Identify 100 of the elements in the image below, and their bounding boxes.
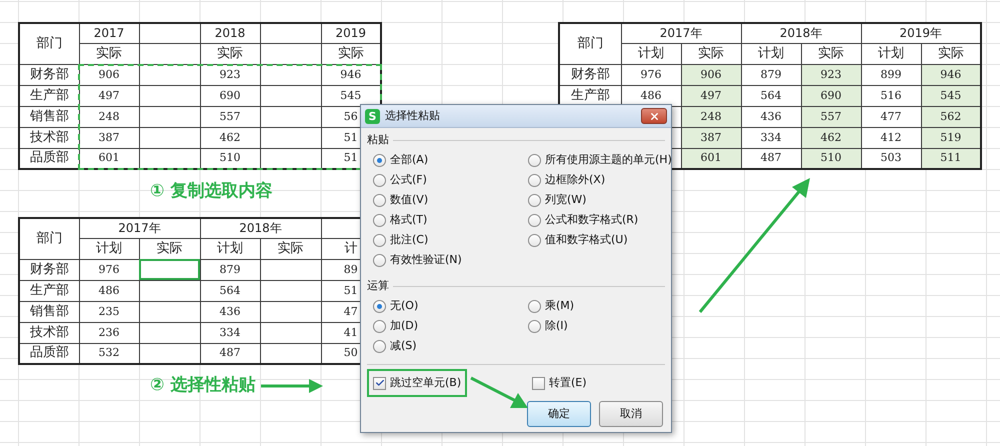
table-cell: 412 (861, 127, 921, 148)
dialog-button[interactable]: 确定 (527, 401, 591, 427)
column-header: 2018年 (741, 23, 861, 43)
table-cell: 497 (681, 85, 741, 106)
table-cell: 923 (200, 64, 260, 85)
table-cell: 334 (741, 127, 801, 148)
checkbox[interactable] (532, 376, 545, 390)
radio-button[interactable] (373, 234, 386, 246)
radio-button[interactable] (528, 300, 541, 312)
table-cell: 923 (801, 64, 861, 85)
radio-button[interactable] (373, 300, 386, 312)
column-header: 2018 (200, 23, 260, 43)
radio-button[interactable] (373, 214, 386, 226)
table-cell: 946 (921, 64, 981, 85)
table-cell: 564 (741, 85, 801, 106)
radio-option[interactable]: 边框除外(X) (528, 170, 672, 190)
column-header: 部门 (19, 218, 79, 259)
window-title: 选择性粘贴 (385, 108, 440, 124)
column-header: 部门 (19, 23, 79, 64)
column-header: 实际 (801, 43, 861, 64)
close-button[interactable] (641, 108, 667, 124)
column-header: 计划 (621, 43, 681, 64)
table-cell (260, 85, 321, 106)
checkbox-option[interactable]: 跳过空单元(B) (367, 369, 468, 397)
radio-option[interactable]: 公式(F) (373, 170, 528, 190)
close-icon (648, 110, 660, 122)
table-cell: 557 (801, 106, 861, 127)
table-cell: 906 (79, 64, 139, 85)
table-cell: 248 (79, 106, 139, 127)
table-cell (139, 85, 200, 106)
table-cell: 510 (801, 148, 861, 169)
table-cell: 516 (861, 85, 921, 106)
radio-option[interactable]: 公式和数字格式(R) (528, 210, 672, 230)
table-cell: 334 (200, 322, 260, 343)
row-header: 财务部 (19, 259, 79, 280)
radio-option[interactable]: 数值(V) (373, 190, 528, 210)
header-cell (139, 23, 200, 43)
table-cell: 236 (79, 322, 139, 343)
radio-option[interactable]: 除(I) (528, 316, 671, 336)
column-header: 计划 (79, 238, 139, 259)
radio-button[interactable] (528, 214, 541, 226)
table-cell: 562 (921, 106, 981, 127)
table-cell: 976 (621, 64, 681, 85)
row-header: 生产部 (19, 280, 79, 301)
column-header: 2017年 (621, 23, 741, 43)
table-cell: 248 (681, 106, 741, 127)
row-header: 财务部 (19, 64, 79, 85)
row-header: 生产部 (19, 85, 79, 106)
radio-button[interactable] (373, 254, 386, 266)
table-cell (139, 127, 200, 148)
row-header: 销售部 (19, 301, 79, 322)
header-cell (260, 23, 321, 43)
header-cell (260, 43, 321, 64)
dialog-button[interactable]: 取消 (599, 401, 663, 427)
radio-option[interactable]: 格式(T) (373, 210, 528, 230)
table-cell: 436 (741, 106, 801, 127)
row-header: 技术部 (19, 322, 79, 343)
radio-option[interactable]: 列宽(W) (528, 190, 672, 210)
radio-button[interactable] (373, 174, 386, 186)
column-header: 计划 (861, 43, 921, 64)
radio-button[interactable] (528, 154, 541, 166)
radio-button[interactable] (528, 234, 541, 246)
checkbox-option[interactable]: 转置(E) (526, 369, 593, 397)
pointer-arrow (261, 378, 324, 393)
table-cell: 690 (801, 85, 861, 106)
column-header: 实际 (681, 43, 741, 64)
step-caption: ① 复制选取内容 (150, 180, 272, 203)
radio-option[interactable]: 所有使用源主题的单元(H) (528, 150, 672, 170)
radio-button[interactable] (373, 340, 386, 352)
radio-button[interactable] (373, 194, 386, 206)
table-cell: 564 (200, 280, 260, 301)
column-header: 2017 (79, 23, 139, 43)
row-header: 销售部 (19, 106, 79, 127)
radio-button[interactable] (373, 154, 386, 166)
radio-option[interactable]: 值和数字格式(U) (528, 230, 672, 250)
app-logo: S (365, 108, 380, 124)
radio-button[interactable] (528, 194, 541, 206)
table-cell: 477 (861, 106, 921, 127)
table-cell (139, 106, 200, 127)
table-cell: 235 (79, 301, 139, 322)
table-cell: 879 (741, 64, 801, 85)
radio-option[interactable]: 乘(M) (528, 296, 671, 316)
radio-button[interactable] (528, 174, 541, 186)
table-cell: 486 (79, 280, 139, 301)
table-cell (260, 127, 321, 148)
column-header: 部门 (559, 23, 621, 64)
checkbox[interactable] (373, 376, 386, 390)
column-header: 计划 (741, 43, 801, 64)
column-header: 计划 (200, 238, 260, 259)
radio-button[interactable] (373, 320, 386, 332)
column-header: 2018年 (200, 218, 321, 238)
table-cell: 545 (921, 85, 981, 106)
table-cell: 879 (200, 259, 260, 280)
table-cell: 387 (681, 127, 741, 148)
table-cell: 601 (681, 148, 741, 169)
radio-button[interactable] (528, 320, 541, 332)
table-cell (139, 64, 200, 85)
pointer-arrow (470, 376, 530, 410)
table-cell: 511 (921, 148, 981, 169)
column-header: 实际 (260, 238, 321, 259)
